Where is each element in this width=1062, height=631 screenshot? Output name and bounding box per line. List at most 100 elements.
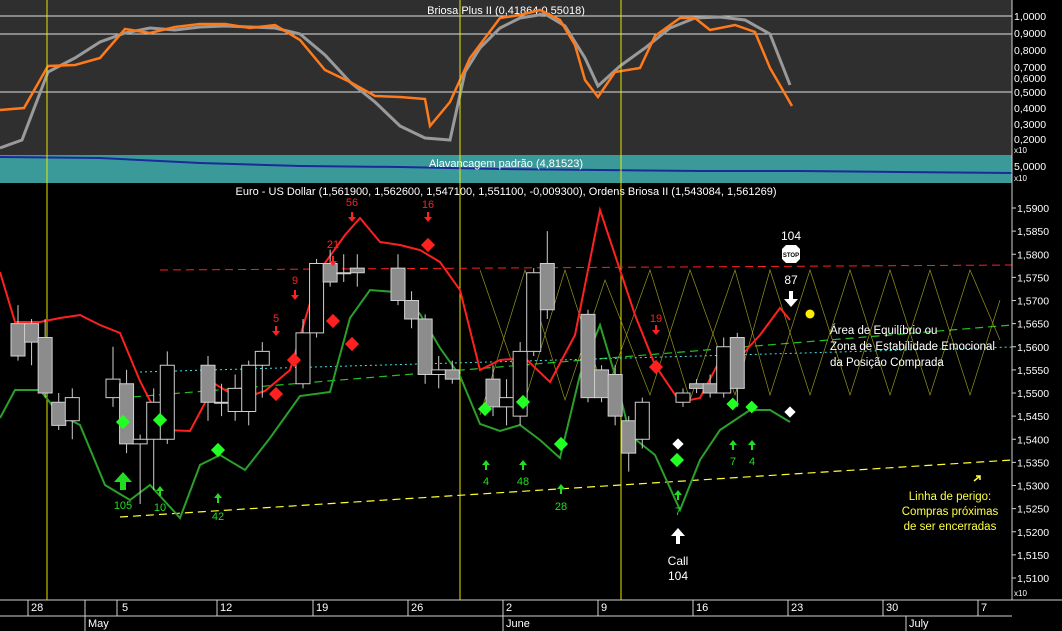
candle-body bbox=[621, 420, 637, 454]
price-tick: 1,5800 bbox=[1017, 249, 1049, 261]
candle-body bbox=[404, 300, 420, 320]
yellow-dot bbox=[805, 309, 815, 319]
stop-top-value: 104 bbox=[781, 229, 801, 243]
oscillator-axis: 1,0000 0,9000 0,8000 0,7000 0,6000 0,500… bbox=[1014, 11, 1046, 155]
red-count: 56 bbox=[346, 197, 358, 209]
x10-label: x10 bbox=[1014, 589, 1027, 598]
day-tick: 2 bbox=[506, 602, 512, 614]
danger-line: de ser encerradas bbox=[904, 521, 997, 533]
candle-body bbox=[634, 401, 650, 440]
green-count: 10 bbox=[154, 502, 166, 514]
candle-body bbox=[431, 369, 447, 375]
osc-tick: 0,4000 bbox=[1014, 103, 1046, 115]
red-count: 19 bbox=[650, 313, 662, 325]
candle-body bbox=[241, 364, 257, 412]
price-tick: 1,5550 bbox=[1017, 365, 1049, 377]
osc-tick: 0,9000 bbox=[1014, 28, 1046, 40]
candle-body bbox=[689, 383, 705, 389]
green-count: 105 bbox=[114, 500, 132, 512]
green-count: 42 bbox=[212, 511, 224, 523]
candle-body bbox=[254, 350, 270, 366]
price-tick: 1,5850 bbox=[1017, 226, 1049, 238]
equilibrium-line: Zona de Estabilidade Emocional bbox=[830, 341, 995, 353]
price-tick: 1,5700 bbox=[1017, 296, 1049, 308]
candle-body bbox=[200, 364, 216, 403]
osc-tick: 0,6000 bbox=[1014, 73, 1046, 85]
candle-body bbox=[37, 337, 53, 394]
candle-body bbox=[132, 438, 148, 445]
candle-body bbox=[349, 267, 365, 274]
equilibrium-line: da Posição Comprada bbox=[830, 357, 944, 369]
day-tick: 5 bbox=[122, 602, 128, 614]
oscillator-panel: Briosa Plus II (0,41864,0,55018) 1,0000 … bbox=[0, 0, 1046, 155]
candle-body bbox=[702, 383, 718, 394]
lev-tick: 5,0000 bbox=[1014, 161, 1046, 173]
osc-tick: 0,8000 bbox=[1014, 45, 1046, 57]
candle-body bbox=[24, 323, 40, 343]
green-count: 4 bbox=[483, 476, 489, 488]
candle-body bbox=[51, 401, 67, 426]
price-tick: 1,5450 bbox=[1017, 411, 1049, 423]
osc-tick: 0,3000 bbox=[1014, 119, 1046, 131]
osc-tick: 1,0000 bbox=[1014, 11, 1046, 23]
price-tick: 1,5400 bbox=[1017, 434, 1049, 446]
candle-body bbox=[227, 387, 243, 412]
candle-body bbox=[322, 263, 338, 283]
green-count: 28 bbox=[555, 501, 567, 513]
month-tick: July bbox=[909, 618, 929, 630]
main-title: Euro - US Dollar (1,561900, 1,562600, 1,… bbox=[236, 186, 777, 198]
candle-body bbox=[10, 323, 26, 357]
candle-body bbox=[716, 346, 732, 394]
candle-body bbox=[675, 392, 691, 403]
candle-body bbox=[390, 267, 406, 301]
price-tick: 1,5200 bbox=[1017, 527, 1049, 539]
month-tick: May bbox=[88, 618, 109, 630]
price-tick: 1,5750 bbox=[1017, 272, 1049, 284]
stop-sign-text: STOP bbox=[783, 253, 799, 259]
month-tick: June bbox=[506, 618, 530, 630]
green-count: 7 bbox=[675, 506, 681, 518]
day-tick: 7 bbox=[981, 602, 987, 614]
candle-body bbox=[499, 397, 515, 408]
red-count: 5 bbox=[273, 313, 279, 325]
candle-body bbox=[485, 378, 501, 408]
day-tick: 23 bbox=[791, 602, 803, 614]
candle-body bbox=[64, 397, 80, 422]
danger-line: Linha de perigo: bbox=[909, 491, 991, 503]
day-tick: 19 bbox=[316, 602, 328, 614]
red-count: 21 bbox=[327, 239, 339, 251]
candle-body bbox=[336, 272, 352, 275]
green-count: 48 bbox=[517, 476, 529, 488]
price-tick: 1,5650 bbox=[1017, 319, 1049, 331]
price-axis: 1,5900 1,5850 1,5800 1,5750 1,5700 1,5650 1,56… bbox=[1012, 203, 1049, 585]
equilibrium-line: Área de Equilíbrio ou bbox=[830, 324, 937, 337]
x10-label: x10 bbox=[1014, 174, 1027, 183]
candle-body bbox=[309, 263, 325, 334]
candle-body bbox=[159, 364, 175, 440]
danger-line: Compras próximas bbox=[902, 506, 999, 518]
date-axis: 28 5 12 19 26 2 9 16 23 30 7 May June Ju… bbox=[0, 599, 1062, 631]
day-tick: 9 bbox=[601, 602, 607, 614]
candle-body bbox=[214, 401, 230, 404]
day-tick: 12 bbox=[220, 602, 232, 614]
candle-body bbox=[417, 318, 433, 375]
price-tick: 1,5500 bbox=[1017, 388, 1049, 400]
candle-body bbox=[119, 383, 135, 445]
x10-label: x10 bbox=[1014, 146, 1027, 155]
oscillator-bg bbox=[0, 0, 1012, 155]
call-label: Call bbox=[668, 554, 689, 568]
leverage-panel: Alavancagem padrão (4,81523) 5,0000 x10 bbox=[0, 155, 1046, 183]
candle-body bbox=[607, 374, 623, 417]
candle-body bbox=[539, 263, 555, 311]
price-tick: 1,5300 bbox=[1017, 481, 1049, 493]
leverage-title: Alavancagem padrão (4,81523) bbox=[429, 158, 583, 170]
candle-body bbox=[594, 369, 610, 399]
price-tick: 1,5350 bbox=[1017, 457, 1049, 469]
price-tick: 1,5900 bbox=[1017, 203, 1049, 215]
candle-body bbox=[444, 369, 460, 380]
candle-body bbox=[105, 378, 121, 399]
day-tick: 16 bbox=[696, 602, 708, 614]
price-tick: 1,5600 bbox=[1017, 342, 1049, 354]
day-tick: 30 bbox=[886, 602, 898, 614]
candle-body bbox=[729, 337, 745, 389]
